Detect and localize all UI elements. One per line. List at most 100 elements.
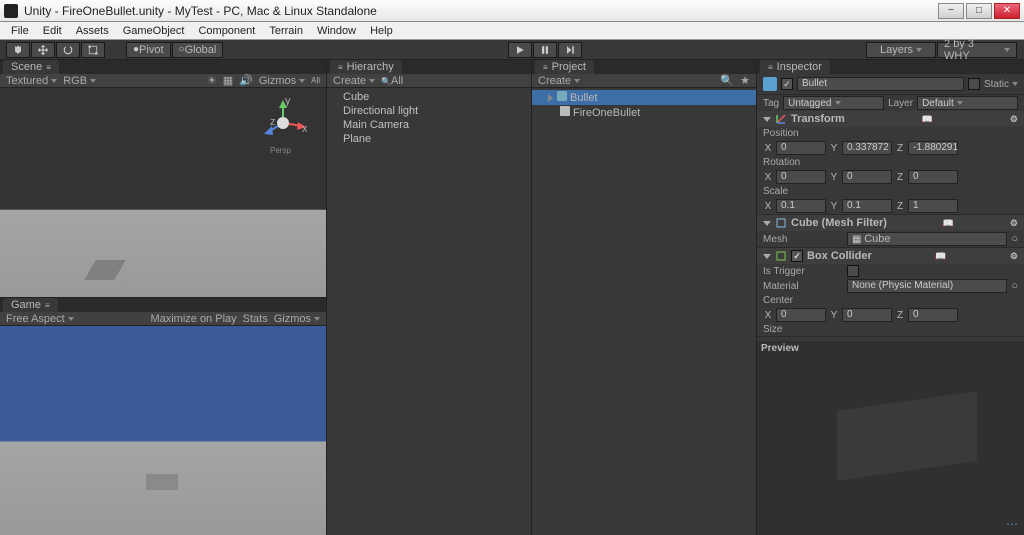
static-checkbox[interactable] (968, 78, 980, 90)
game-gizmos-dropdown[interactable]: Gizmos (274, 313, 320, 325)
meshfilter-settings-icon[interactable]: ⚙ (1010, 218, 1018, 229)
position-x-field[interactable]: 0 (776, 141, 826, 155)
menu-component[interactable]: Component (191, 25, 262, 37)
project-create-dropdown[interactable]: Create (538, 75, 580, 87)
scene-fx-toggle[interactable]: ▦ (223, 74, 233, 87)
transform-component: Transform📖⚙ Position X0 Y0.337872 Z-1.88… (757, 111, 1024, 215)
menu-gameobject[interactable]: GameObject (116, 25, 192, 37)
scale-tool[interactable] (81, 42, 105, 58)
maximize-button[interactable]: □ (966, 3, 992, 19)
hand-tool[interactable] (6, 42, 30, 58)
scene-viewport[interactable]: y x z Persp (0, 88, 326, 297)
tab-project[interactable]: ≡Project (535, 60, 594, 74)
preview-mesh (837, 391, 977, 481)
preview-label: Preview (761, 343, 799, 354)
gameobject-name-field[interactable]: Bullet (797, 77, 964, 91)
collider-settings-icon[interactable]: ⚙ (1010, 251, 1018, 262)
scene-gizmos-dropdown[interactable]: Gizmos (259, 75, 305, 87)
collider-enabled-checkbox[interactable]: ✓ (791, 250, 803, 262)
project-item-bullet[interactable]: Bullet (532, 90, 756, 105)
transform-help-icon[interactable]: 📖 (922, 114, 933, 125)
game-viewport (0, 326, 326, 535)
rotate-tool[interactable] (56, 42, 80, 58)
scale-z-field[interactable]: 1 (908, 199, 958, 213)
scale-y-field[interactable]: 0.1 (842, 199, 892, 213)
scene-orientation-gizmo[interactable]: y x z Persp (258, 98, 308, 148)
tab-hierarchy[interactable]: ≡Hierarchy (330, 60, 402, 74)
scale-x-field[interactable]: 0.1 (776, 199, 826, 213)
pause-button[interactable] (533, 42, 557, 58)
scene-rendermode-dropdown[interactable]: RGB (63, 75, 96, 87)
collider-title: Box Collider (807, 250, 872, 262)
svg-text:x: x (302, 123, 308, 135)
collider-center-y-field[interactable]: 0 (842, 308, 892, 322)
layer-dropdown[interactable]: Default (917, 96, 1018, 110)
hierarchy-item-directional-light[interactable]: Directional light (327, 104, 531, 118)
collider-size-label: Size (763, 324, 843, 335)
game-aspect-dropdown[interactable]: Free Aspect (6, 313, 74, 325)
collider-center-x-field[interactable]: 0 (776, 308, 826, 322)
scene-persp-label[interactable]: Persp (270, 146, 291, 155)
meshfilter-help-icon[interactable]: 📖 (943, 218, 954, 229)
collider-material-picker-icon[interactable]: ○ (1011, 280, 1018, 292)
scale-label: Scale (763, 186, 823, 197)
layers-dropdown[interactable]: Layers (866, 42, 936, 58)
collider-help-icon[interactable]: 📖 (935, 251, 946, 262)
transform-settings-icon[interactable]: ⚙ (1010, 114, 1018, 125)
hierarchy-search[interactable]: 🔍All (381, 75, 403, 87)
global-toggle[interactable]: ○Global (172, 42, 224, 58)
hierarchy-item-cube[interactable]: Cube (327, 90, 531, 104)
main-toolbar: ●Pivot ○Global Layers 2 by 3 WHY (0, 40, 1024, 60)
rotation-y-field[interactable]: 0 (842, 170, 892, 184)
layer-label: Layer (888, 98, 913, 109)
move-tool[interactable] (31, 42, 55, 58)
position-z-field[interactable]: -1.880291 (908, 141, 958, 155)
game-stats-toggle[interactable]: Stats (243, 313, 268, 325)
menu-window[interactable]: Window (310, 25, 363, 37)
rotation-x-field[interactable]: 0 (776, 170, 826, 184)
static-dropdown[interactable]: Static (984, 79, 1018, 90)
inspector-preview[interactable]: Preview ⋯ (757, 341, 1024, 535)
istrigger-checkbox[interactable] (847, 265, 859, 277)
play-button[interactable] (508, 42, 532, 58)
tab-game[interactable]: Game≡ (3, 298, 58, 312)
step-button[interactable] (558, 42, 582, 58)
rotation-z-field[interactable]: 0 (908, 170, 958, 184)
project-search-icon[interactable]: 🔍 (720, 74, 734, 87)
window-title: Unity - FireOneBullet.unity - MyTest - P… (24, 4, 938, 18)
pivot-toggle[interactable]: ●Pivot (126, 42, 171, 58)
game-maximize-toggle[interactable]: Maximize on Play (150, 313, 236, 325)
project-filter-icon[interactable]: ★ (740, 74, 750, 87)
svg-text:z: z (270, 116, 276, 128)
project-item-fireonebullet[interactable]: FireOneBullet (532, 105, 756, 120)
preview-menu-icon[interactable]: ⋯ (1006, 517, 1018, 531)
istrigger-label: Is Trigger (763, 266, 843, 277)
close-button[interactable]: ✕ (994, 3, 1020, 19)
scene-audio-toggle[interactable]: 🔊 (239, 74, 253, 87)
tab-inspector[interactable]: ≡Inspector (760, 60, 830, 74)
scene-search-all[interactable]: All (311, 76, 320, 85)
tag-dropdown[interactable]: Untagged (783, 96, 884, 110)
scene-shading-dropdown[interactable]: Textured (6, 75, 57, 87)
minimize-button[interactable]: − (938, 3, 964, 19)
mesh-field[interactable]: ▦ Cube (847, 232, 1007, 246)
tab-scene[interactable]: Scene≡ (3, 60, 59, 74)
hierarchy-item-main-camera[interactable]: Main Camera (327, 118, 531, 132)
scene-controlbar: Textured RGB ☀ ▦ 🔊 Gizmos All (0, 74, 326, 88)
mesh-picker-icon[interactable]: ○ (1011, 233, 1018, 245)
transform-title: Transform (791, 113, 845, 125)
scene-light-toggle[interactable]: ☀ (207, 74, 217, 87)
menu-file[interactable]: File (4, 25, 36, 37)
menubar: File Edit Assets GameObject Component Te… (0, 22, 1024, 40)
layout-dropdown[interactable]: 2 by 3 WHY (937, 42, 1017, 58)
menu-terrain[interactable]: Terrain (262, 25, 310, 37)
hierarchy-create-dropdown[interactable]: Create (333, 75, 375, 87)
menu-help[interactable]: Help (363, 25, 400, 37)
hierarchy-item-plane[interactable]: Plane (327, 132, 531, 146)
collider-center-z-field[interactable]: 0 (908, 308, 958, 322)
position-y-field[interactable]: 0.337872 (842, 141, 892, 155)
collider-material-field[interactable]: None (Physic Material) (847, 279, 1007, 293)
menu-edit[interactable]: Edit (36, 25, 69, 37)
menu-assets[interactable]: Assets (69, 25, 116, 37)
gameobject-active-checkbox[interactable]: ✓ (781, 78, 793, 90)
